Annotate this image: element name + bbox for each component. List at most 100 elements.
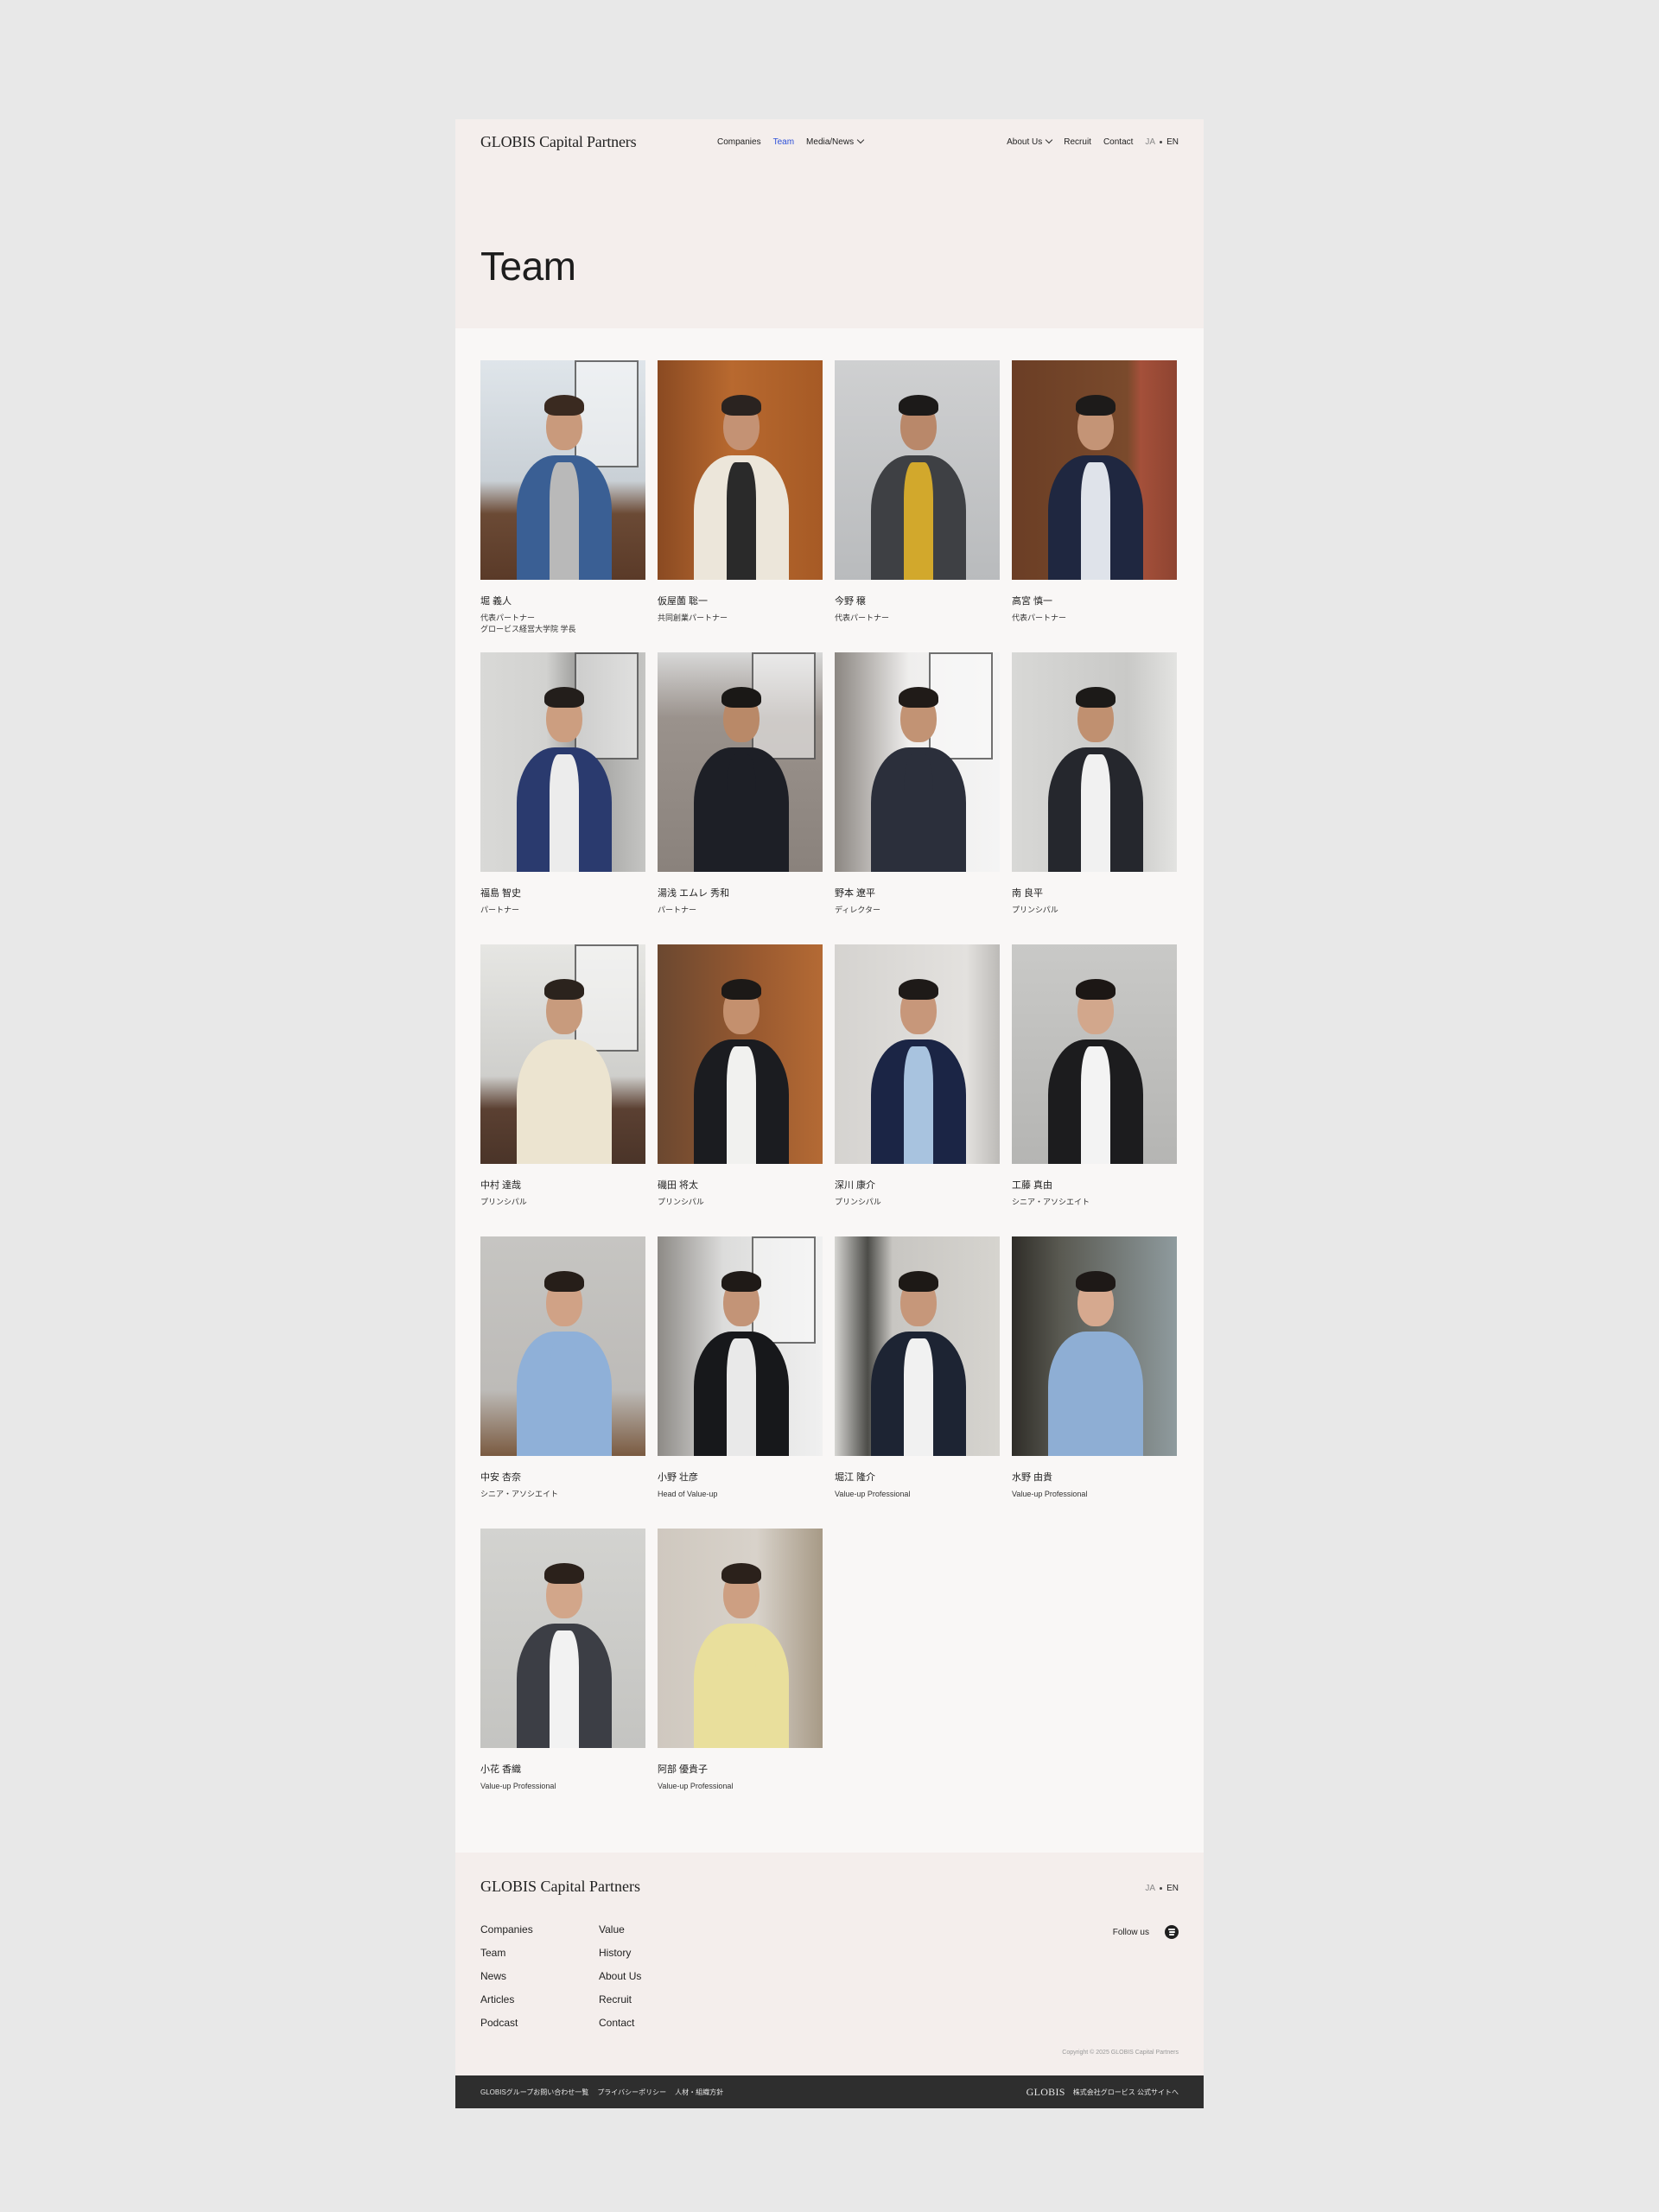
team-member-name[interactable]: 中村 達哉 (480, 1178, 645, 1192)
team-member-photo[interactable] (480, 944, 645, 1164)
team-member-role: プリンシパル (835, 1197, 1000, 1208)
team-member-card[interactable]: 中村 達哉 プリンシパル (480, 944, 645, 1236)
team-member-photo[interactable] (480, 1529, 645, 1748)
team-member-role-line: グロービス経営大学院 学長 (480, 625, 576, 633)
team-member-name[interactable]: 中安 杏奈 (480, 1470, 645, 1484)
corporate-site-link[interactable]: 株式会社グロービス 公式サイトへ (1073, 2088, 1179, 2097)
footer-link-history[interactable]: History (599, 1947, 641, 1960)
hr-policy-link[interactable]: 人材・組織方針 (675, 2088, 723, 2097)
team-member-photo[interactable] (480, 360, 645, 580)
team-member-card[interactable]: 湯浅 エムレ 秀和パートナー (658, 652, 823, 944)
footer-links-col1: Companies Team News Articles Podcast (480, 1923, 533, 2030)
team-member-card[interactable]: 深川 康介プリンシパル (835, 944, 1000, 1236)
nav-team[interactable]: Team (773, 137, 794, 147)
team-member-role-line: プリンシパル (1012, 906, 1058, 914)
footer-link-value[interactable]: Value (599, 1923, 641, 1936)
team-member-card[interactable]: 堀 義人代表パートナー グロービス経営大学院 学長 (480, 360, 645, 652)
team-member-card[interactable]: 野本 遼平ディレクター (835, 652, 1000, 944)
team-member-photo[interactable] (480, 652, 645, 872)
footer-link-team[interactable]: Team (480, 1947, 533, 1960)
footer-link-about-us[interactable]: About Us (599, 1970, 641, 1983)
team-member-card[interactable]: 南 良平プリンシパル (1012, 652, 1177, 944)
team-member-photo[interactable] (658, 652, 823, 872)
team-member-card[interactable]: 今野 穣代表パートナー (835, 360, 1000, 652)
lang-en[interactable]: EN (1166, 1884, 1179, 1893)
team-member-photo[interactable] (1012, 944, 1177, 1164)
team-member-name[interactable]: 小花 香織 (480, 1762, 645, 1776)
footer-link-podcast[interactable]: Podcast (480, 2017, 533, 2030)
team-member-name[interactable]: 阿部 優貴子 (658, 1762, 823, 1776)
footer-link-recruit[interactable]: Recruit (599, 1993, 641, 2006)
team-member-role: 代表パートナー グロービス経営大学院 学長 (480, 613, 645, 635)
team-member-photo[interactable] (1012, 360, 1177, 580)
spotify-icon[interactable] (1165, 1925, 1179, 1939)
team-member-name[interactable]: 堀 義人 (480, 594, 645, 607)
nav-recruit[interactable]: Recruit (1064, 137, 1091, 147)
team-member-card[interactable]: 阿部 優貴子 Value-up Professional (658, 1529, 823, 1821)
team-member-name[interactable]: 小野 壮彦 (658, 1470, 823, 1484)
nav-companies[interactable]: Companies (717, 137, 761, 147)
team-member-name[interactable]: 工藤 真由 (1012, 1178, 1177, 1192)
privacy-policy-link[interactable]: プライバシーポリシー (597, 2088, 666, 2097)
team-member-card[interactable]: 仮屋薗 聡一 共同創業パートナー (658, 360, 823, 652)
team-member-name[interactable]: 野本 遼平 (835, 886, 1000, 899)
team-member-role-line: パートナー (658, 906, 697, 914)
secondary-nav: About Us Recruit Contact JA EN (1007, 136, 1179, 147)
team-member-photo[interactable] (658, 360, 823, 580)
lang-en[interactable]: EN (1166, 137, 1179, 147)
team-member-photo[interactable] (658, 1529, 823, 1748)
lang-ja[interactable]: JA (1145, 137, 1155, 147)
team-member-role: パートナー (480, 905, 645, 916)
team-member-photo[interactable] (835, 360, 1000, 580)
team-member-photo[interactable] (658, 1236, 823, 1456)
site-logo[interactable]: GLOBIS Capital Partners (480, 133, 637, 151)
team-member-name[interactable]: 福島 智史 (480, 886, 645, 899)
footer-link-contact[interactable]: Contact (599, 2017, 641, 2030)
team-member-role: ディレクター (835, 905, 1000, 916)
group-contact-link[interactable]: GLOBISグループお問い合わせ一覧 (480, 2088, 588, 2097)
team-member-role: Value-up Professional (480, 1781, 645, 1792)
team-member-photo[interactable] (480, 1236, 645, 1456)
team-member-photo[interactable] (835, 652, 1000, 872)
team-member-card[interactable]: 工藤 真由シニア・アソシエイト (1012, 944, 1177, 1236)
team-member-photo[interactable] (1012, 1236, 1177, 1456)
team-member-card[interactable]: 水野 由貴 Value-up Professional (1012, 1236, 1177, 1529)
team-member-name[interactable]: 高宮 慎一 (1012, 594, 1177, 607)
team-member-name[interactable]: 磯田 将太 (658, 1178, 823, 1192)
team-member-name[interactable]: 深川 康介 (835, 1178, 1000, 1192)
team-member-role: パートナー (658, 905, 823, 916)
team-member-card[interactable]: 磯田 将太 プリンシパル (658, 944, 823, 1236)
team-member-card[interactable]: 中安 杏奈 シニア・アソシエイト (480, 1236, 645, 1529)
team-member-card[interactable]: 小花 香織 Value-up Professional (480, 1529, 645, 1821)
team-member-role-line: Value-up Professional (835, 1490, 911, 1498)
team-member-name[interactable]: 南 良平 (1012, 886, 1177, 899)
hero-header: GLOBIS Capital Partners Companies Team M… (455, 119, 1204, 328)
team-member-photo[interactable] (1012, 652, 1177, 872)
nav-contact[interactable]: Contact (1103, 137, 1133, 147)
follow-us: Follow us (1113, 1925, 1179, 1939)
team-member-card[interactable]: 高宮 慎一 代表パートナー (1012, 360, 1177, 652)
team-member-name[interactable]: 湯浅 エムレ 秀和 (658, 886, 823, 899)
follow-us-label: Follow us (1112, 1927, 1149, 1937)
team-member-card[interactable]: 堀江 隆介 Value-up Professional (835, 1236, 1000, 1529)
footer-link-news[interactable]: News (480, 1970, 533, 1983)
nav-media-news[interactable]: Media/News (806, 136, 865, 147)
page-title: Team (480, 244, 576, 289)
corporate-site[interactable]: GLOBIS 株式会社グロービス 公式サイトへ (1027, 2086, 1179, 2099)
team-member-name[interactable]: 今野 穣 (835, 594, 1000, 607)
nav-about-us[interactable]: About Us (1007, 136, 1053, 147)
footer-logo[interactable]: GLOBIS Capital Partners (480, 1878, 640, 1896)
team-member-name[interactable]: 仮屋薗 聡一 (658, 594, 823, 607)
team-member-card[interactable]: 小野 壮彦 Head of Value-up (658, 1236, 823, 1529)
team-member-name[interactable]: 堀江 隆介 (835, 1470, 1000, 1484)
footer-link-articles[interactable]: Articles (480, 1993, 533, 2006)
team-member-role: シニア・アソシエイト (1012, 1197, 1177, 1208)
team-member-photo[interactable] (658, 944, 823, 1164)
team-member-name[interactable]: 水野 由貴 (1012, 1470, 1177, 1484)
team-member-card[interactable]: 福島 智史パートナー (480, 652, 645, 944)
globis-logo: GLOBIS (1026, 2086, 1065, 2098)
team-member-photo[interactable] (835, 1236, 1000, 1456)
footer-link-companies[interactable]: Companies (480, 1923, 533, 1936)
team-member-photo[interactable] (835, 944, 1000, 1164)
lang-ja[interactable]: JA (1145, 1884, 1155, 1893)
